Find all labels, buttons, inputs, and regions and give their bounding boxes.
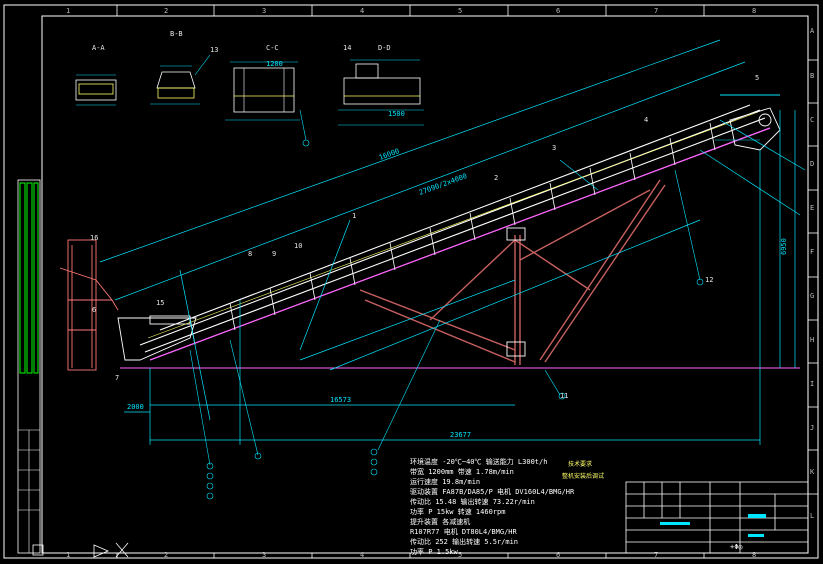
conveyor-body: [139, 104, 771, 361]
dim-vert-right: 6950: [780, 238, 788, 255]
col-label-8b: 8: [752, 551, 756, 559]
title-block: [625, 481, 809, 554]
feed-tower: [59, 239, 119, 371]
col-label-6: 6: [556, 7, 560, 15]
row-label-d: D: [810, 160, 814, 168]
col-label-2: 2: [164, 7, 168, 15]
callout-8: 8: [248, 250, 252, 258]
col-label-1: 1: [66, 7, 70, 15]
callout-3: 3: [552, 144, 556, 152]
dim-frame: 16000: [378, 147, 401, 162]
callout-4: 4: [644, 116, 648, 124]
col-label-7b: 7: [654, 551, 658, 559]
title-cell-cyan-3: [748, 534, 764, 537]
row-label-g: G: [810, 292, 814, 300]
note-lift: R107R77 电机 DT80L4/BMG/HR: [410, 527, 518, 536]
note-speed: 运行速度 19.8m/min: [410, 477, 480, 486]
dim-horizontal: 16573: [330, 396, 351, 404]
row-label-i: I: [810, 380, 814, 388]
title-cell-cyan-2: [660, 522, 690, 525]
tech-req-line1: 整机安装后调试: [562, 472, 604, 480]
col-label-6b: 6: [556, 551, 560, 559]
row-label-j: J: [810, 424, 814, 432]
row-label-c: C: [810, 116, 814, 124]
col-label-1b: 1: [66, 551, 70, 559]
cad-drawing: 1 2 3 4 5 6 7 8 1 2 3 4 5 6 7 8 A B C D …: [3, 4, 819, 559]
col-label-3b: 3: [262, 551, 266, 559]
callout-12: 12: [705, 276, 713, 284]
col-label-5b: 5: [458, 551, 462, 559]
row-label-a: A: [810, 27, 815, 35]
section-view-bb: [150, 54, 211, 105]
callout-5: 5: [755, 74, 759, 82]
note-lift-hdr: 提升装置 各减速机: [410, 517, 470, 526]
callout-7: 7: [115, 374, 119, 382]
row-label-e: E: [810, 204, 814, 212]
view-label-cc: C-C: [266, 44, 279, 52]
col-label-8: 8: [752, 7, 756, 15]
view-label-dd: D-D: [378, 44, 391, 52]
callout-13: 13: [210, 46, 218, 54]
section-view-dd: [338, 59, 424, 126]
dim-small-a: 1200: [266, 60, 283, 68]
view-label-aa: A-A: [92, 44, 105, 52]
title-cell-cyan-1: [748, 514, 766, 518]
row-label-b: B: [810, 72, 814, 80]
callout-9: 9: [272, 250, 276, 258]
title-logo: +Φ◎: [730, 543, 743, 551]
projection-symbol: [93, 542, 129, 558]
row-label-k: K: [810, 468, 815, 476]
col-label-7: 7: [654, 7, 658, 15]
tech-req-title: 技术要求: [568, 460, 592, 468]
dimension-lines: [99, 39, 806, 445]
note-ratio: 传动比 15.48 输出转速 73.22r/min: [410, 497, 535, 506]
row-label-f: F: [810, 248, 814, 256]
callout-10: 10: [294, 242, 302, 250]
note-power: 功率 P 15kw 转速 1460rpm: [410, 507, 505, 516]
callout-14: 14: [343, 44, 351, 52]
view-label-bb: B-B: [170, 30, 183, 38]
col-label-2b: 2: [164, 551, 168, 559]
dim-small-b: 1500: [388, 110, 405, 118]
callout-16: 16: [90, 234, 98, 242]
note-temp: 环境温度 -20℃~40℃ 输送能力 L300t/h: [410, 457, 547, 466]
conveyor-posts: [189, 122, 716, 346]
note-drive: 驱动装置 FA87B/DA85/P 电机 DV160L4/BMG/HR: [410, 487, 575, 496]
col-label-4b: 4: [360, 551, 364, 559]
section-view-cc: [225, 61, 310, 147]
section-view-aa: [75, 74, 117, 106]
note-ratio2: 传动比 252 输出转速 5.5r/min: [410, 537, 518, 546]
revision-strip: [17, 179, 44, 556]
col-label-5: 5: [458, 7, 462, 15]
row-label-h: H: [810, 336, 814, 344]
note-power2: 功率 P 1.5kw: [410, 547, 459, 556]
col-label-3: 3: [262, 7, 266, 15]
col-label-4: 4: [360, 7, 364, 15]
row-label-l: L: [810, 512, 814, 520]
dim-total: 23677: [450, 431, 471, 439]
callout-11: 11: [560, 392, 568, 400]
callout-circles: [206, 278, 704, 500]
callout-1: 1: [352, 212, 356, 220]
support-truss: [359, 179, 666, 365]
callout-15: 15: [156, 299, 164, 307]
note-belt: 带宽 1200mm 带速 1.78m/min: [410, 467, 514, 476]
callout-6: 6: [92, 306, 96, 314]
dim-left-offset: 2000: [127, 403, 144, 411]
callout-2: 2: [494, 174, 498, 182]
